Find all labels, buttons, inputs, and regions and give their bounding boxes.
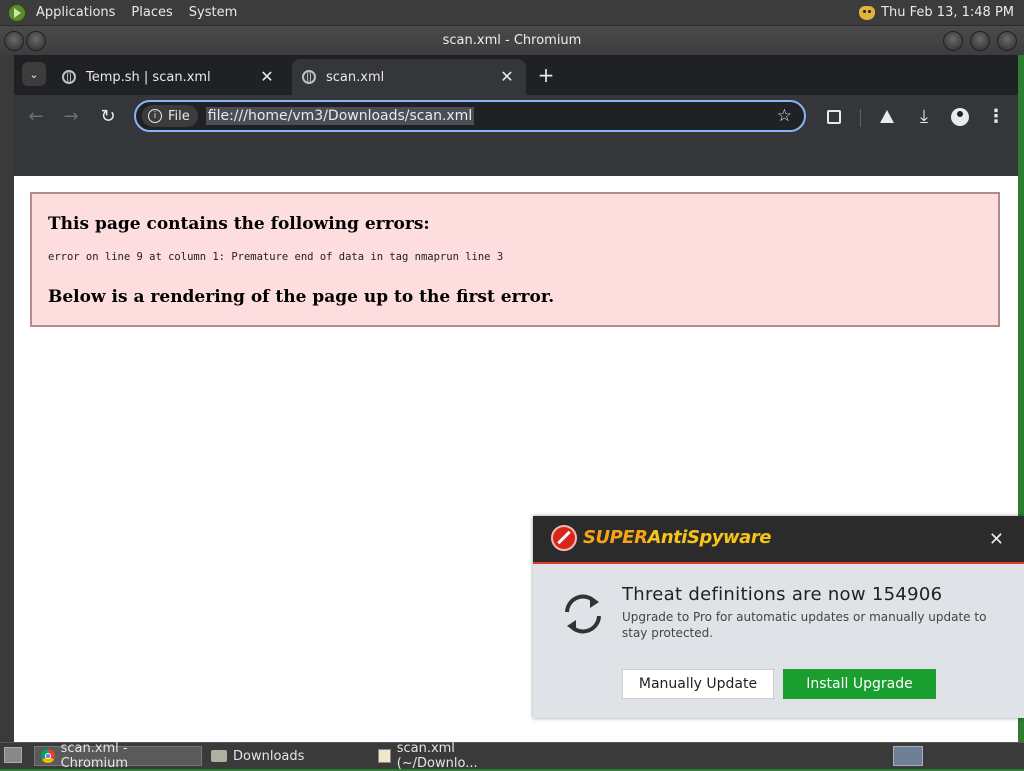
show-desktop-icon[interactable] — [4, 747, 22, 763]
chevron-down-icon: ⌄ — [29, 67, 39, 81]
error-message: error on line 9 at column 1: Premature e… — [48, 251, 504, 263]
clock-area[interactable]: Thu Feb 13, 1:48 PM — [859, 5, 1024, 20]
applications-menu-label: Applications — [36, 5, 116, 20]
profile-button[interactable] — [948, 105, 972, 129]
tray-notifier-icon[interactable] — [859, 5, 876, 20]
flask-icon — [880, 110, 894, 123]
window-maximize-button[interactable] — [970, 31, 990, 51]
new-tab-button[interactable]: + — [534, 63, 558, 87]
notification-header: SUPERAntiSpyware ✕ — [533, 516, 1024, 564]
forward-icon[interactable]: → — [59, 105, 83, 129]
taskbar-item-chromium[interactable]: scan.xml - Chromium — [34, 741, 202, 771]
distro-logo-icon — [8, 3, 26, 22]
globe-icon — [302, 70, 316, 84]
download-icon[interactable]: ⤓ — [912, 105, 936, 129]
browser-chrome: ⌄ Temp.sh | scan.xml ✕ scan.xml ✕ + ← → … — [14, 55, 1018, 176]
tab-close-icon[interactable]: ✕ — [258, 68, 276, 86]
tab-label: Temp.sh | scan.xml — [86, 69, 211, 85]
bottom-taskbar: scan.xml - Chromium Downloads scan.xml (… — [0, 741, 1024, 771]
notification-headline: Threat definitions are now 154906 — [622, 584, 943, 605]
superantispyware-notification: SUPERAntiSpyware ✕ Threat definitions ar… — [533, 516, 1024, 718]
extensions-button[interactable] — [822, 105, 846, 129]
window-minimize-button[interactable] — [943, 31, 963, 51]
error-title: This page contains the following errors: — [48, 214, 430, 234]
close-icon[interactable]: ✕ — [989, 529, 1004, 550]
text-editor-icon — [378, 749, 391, 763]
taskbar-item-downloads[interactable]: Downloads — [205, 746, 365, 766]
tab-temp-sh[interactable]: Temp.sh | scan.xml ✕ — [52, 59, 286, 95]
window-title: scan.xml - Chromium — [442, 33, 582, 48]
address-bar[interactable]: i File file:///home/vm3/Downloads/scan.x… — [134, 100, 806, 132]
tab-label: scan.xml — [326, 69, 385, 85]
taskbar-item-label: Downloads — [233, 748, 305, 764]
xml-parse-error-box: This page contains the following errors:… — [30, 192, 1000, 327]
labs-button[interactable] — [875, 105, 899, 129]
brand-name: SUPERAntiSpyware — [583, 527, 771, 548]
reload-icon[interactable]: ↻ — [96, 105, 120, 129]
brand-prefix: SUPER — [583, 527, 648, 548]
system-menu[interactable]: System — [181, 0, 245, 25]
toolbar-extension-area — [14, 140, 1018, 176]
bookmark-star-icon[interactable]: ☆ — [777, 106, 792, 126]
tab-scan-xml[interactable]: scan.xml ✕ — [292, 59, 526, 95]
url-text[interactable]: file:///home/vm3/Downloads/scan.xml — [205, 107, 475, 125]
avatar-icon — [951, 108, 969, 126]
workspace-switcher[interactable] — [893, 746, 923, 766]
folder-icon — [211, 750, 227, 762]
taskbar-item-text-editor[interactable]: scan.xml (~/Downlo... — [372, 741, 542, 771]
install-upgrade-button[interactable]: Install Upgrade — [783, 669, 936, 699]
tab-strip: ⌄ Temp.sh | scan.xml ✕ scan.xml ✕ + — [14, 55, 1018, 95]
manually-update-button[interactable]: Manually Update — [622, 669, 774, 699]
puzzle-icon — [827, 110, 841, 124]
chromium-icon — [41, 749, 55, 763]
globe-icon — [62, 70, 76, 84]
sync-icon — [565, 594, 601, 634]
window-menu-button[interactable] — [4, 31, 24, 51]
tab-search-button[interactable]: ⌄ — [22, 62, 46, 86]
window-close-button[interactable] — [997, 31, 1017, 51]
browser-toolbar: ← → ↻ i File file:///home/vm3/Downloads/… — [14, 95, 1018, 140]
toolbar-divider — [860, 109, 861, 127]
info-icon: i — [148, 109, 162, 123]
taskbar-item-label: scan.xml - Chromium — [60, 741, 129, 771]
clock[interactable]: Thu Feb 13, 1:48 PM — [881, 5, 1014, 20]
back-icon[interactable]: ← — [24, 105, 48, 129]
brand-rest: AntiSpyware — [647, 527, 771, 548]
window-shade-button[interactable] — [26, 31, 46, 51]
window-titlebar[interactable]: scan.xml - Chromium — [0, 26, 1024, 55]
superantispyware-logo-icon — [551, 525, 577, 551]
applications-menu[interactable]: Applications — [0, 0, 123, 25]
site-chip-label: File — [168, 108, 190, 124]
site-info-chip[interactable]: i File — [142, 105, 198, 127]
error-footer: Below is a rendering of the page up to t… — [48, 287, 555, 307]
top-panel: Applications Places System Thu Feb 13, 1… — [0, 0, 1024, 26]
places-menu[interactable]: Places — [123, 0, 180, 25]
more-menu-icon[interactable]: ⋮ — [984, 105, 1008, 129]
taskbar-item-label: scan.xml (~/Downlo... — [396, 741, 478, 771]
system-menu-label: System — [188, 5, 238, 20]
tab-close-icon[interactable]: ✕ — [498, 68, 516, 86]
places-menu-label: Places — [131, 5, 173, 20]
notification-description: Upgrade to Pro for automatic updates or … — [622, 610, 987, 640]
